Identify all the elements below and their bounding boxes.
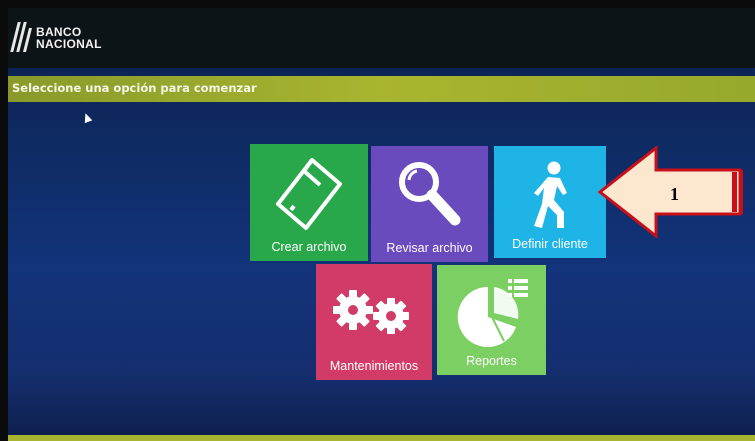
tile-reportes[interactable]: Reportes	[437, 265, 546, 375]
tile-crear-archivo[interactable]: Crear archivo	[250, 144, 368, 261]
magnifier-icon	[398, 162, 460, 226]
tile-label: Crear archivo	[271, 240, 347, 254]
logo-mark-icon	[10, 22, 32, 54]
file-icon	[276, 158, 342, 230]
prompt-text: Seleccione una opción para comenzar	[12, 81, 257, 95]
top-bar: BANCO NACIONAL	[8, 8, 755, 68]
logo-line2: NACIONAL	[36, 37, 102, 51]
annotation-number: 1	[670, 184, 679, 204]
tile-mantenimientos[interactable]: Mantenimientos	[316, 264, 432, 380]
tile-label: Definir cliente	[512, 237, 588, 251]
prompt-banner: Seleccione una opción para comenzar	[8, 76, 755, 102]
bank-logo: BANCO NACIONAL	[10, 22, 102, 54]
mouse-cursor-icon	[81, 111, 93, 124]
tile-label: Reportes	[466, 354, 517, 368]
pie-chart-icon	[457, 279, 528, 347]
bottom-bar	[8, 435, 755, 441]
tile-definir-cliente[interactable]: Definir cliente	[494, 146, 606, 258]
tile-revisar-archivo[interactable]: Revisar archivo	[371, 146, 488, 262]
walking-person-icon	[534, 161, 567, 228]
tile-label: Revisar archivo	[386, 241, 473, 255]
tile-label: Mantenimientos	[329, 359, 419, 373]
gears-icon	[333, 290, 409, 334]
